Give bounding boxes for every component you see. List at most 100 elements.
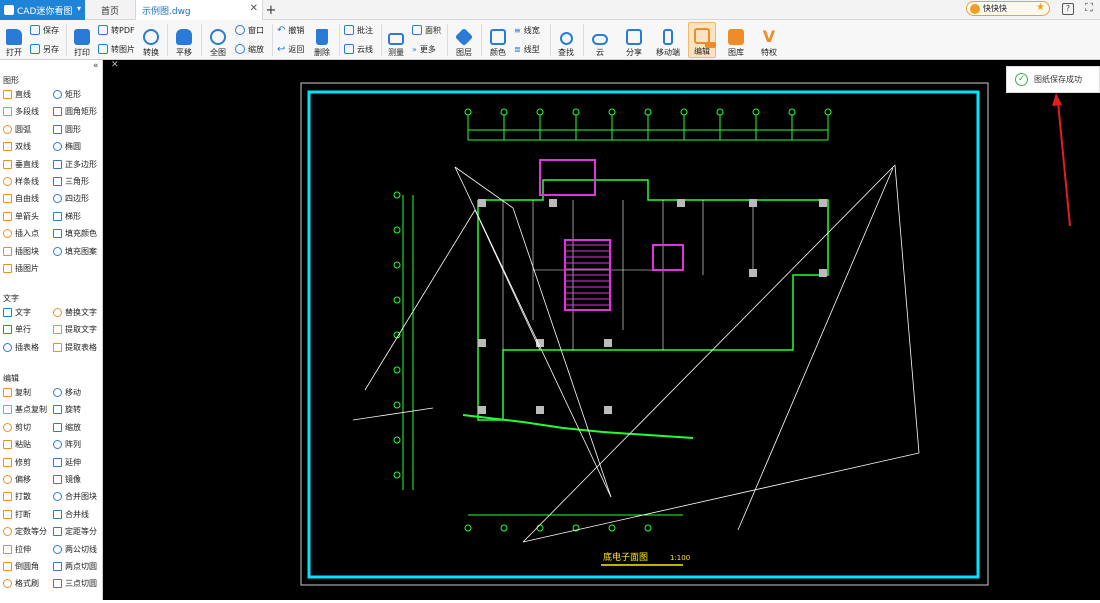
tab-home[interactable]: 首页 <box>90 0 130 20</box>
close-panel-icon[interactable]: ✕ <box>111 60 119 70</box>
annotate-button[interactable]: 批注 <box>344 23 373 37</box>
sidebar-tool-item[interactable]: 基点复制 <box>3 402 47 417</box>
sidebar-tool-item[interactable]: 圆角矩形 <box>53 104 97 119</box>
sidebar-tool-item[interactable]: 打断 <box>3 507 31 522</box>
edit-button[interactable]: 编辑 <box>688 22 716 58</box>
column <box>819 199 827 207</box>
sidebar-tool-item[interactable]: 三点切圆 <box>53 576 97 591</box>
convert-button[interactable]: 转换 <box>140 22 162 58</box>
sidebar-tool-item[interactable]: 双线 <box>3 139 31 154</box>
sidebar-tool-item[interactable]: 打散 <box>3 489 31 504</box>
to-image-button[interactable]: 转图片 <box>98 42 135 56</box>
sidebar-tool-item[interactable]: 椭圆 <box>53 139 81 154</box>
sidebar-tool-item[interactable]: 直线 <box>3 87 31 102</box>
sidebar-tool-item[interactable]: 定数等分 <box>3 524 47 539</box>
sidebar-tool-item[interactable]: 梯形 <box>53 209 81 224</box>
share-label: 分享 <box>626 48 642 57</box>
chevron-down-icon[interactable]: ▾ <box>77 4 81 13</box>
sidebar-tool-item[interactable]: 两公切线 <box>53 542 97 557</box>
palette-icon <box>490 29 506 45</box>
library-button[interactable]: 图库 <box>725 22 747 58</box>
sidebar-tool-item[interactable]: 延伸 <box>53 455 81 470</box>
more-button[interactable]: » 更多 <box>412 42 436 56</box>
app-menu-button[interactable]: CAD迷你看图 ▾ <box>0 0 85 20</box>
save-button[interactable]: 保存 <box>30 23 59 37</box>
delete-button[interactable]: 删除 <box>311 22 333 58</box>
open-button[interactable]: 打开 <box>3 22 25 58</box>
sidebar-tool-item[interactable]: 三角形 <box>53 174 89 189</box>
pan-button[interactable]: 平移 <box>173 22 195 58</box>
sidebar-tool-item[interactable]: 自由线 <box>3 191 39 206</box>
zoom-button[interactable]: 缩放 <box>235 42 264 56</box>
window-zoom-button[interactable]: 窗口 <box>235 23 264 37</box>
drawing-canvas[interactable]: 底电子面图 1:100 <box>103 60 1100 600</box>
sidebar-tool-item[interactable]: 四边形 <box>53 191 89 206</box>
sidebar-tool-item[interactable]: 填充图案 <box>53 244 97 259</box>
sidebar-tool-item[interactable]: 修剪 <box>3 455 31 470</box>
sidebar-tool-item[interactable]: 提取文字 <box>53 322 97 337</box>
checkmark-icon: ✓ <box>1015 73 1028 86</box>
sidebar-tool-item[interactable]: 样条线 <box>3 174 39 189</box>
sidebar-tool-item[interactable]: 偏移 <box>3 472 31 487</box>
fit-all-button[interactable]: 全图 <box>207 22 229 58</box>
cad-drawing[interactable]: 底电子面图 1:100 <box>103 60 1100 600</box>
line-width-button[interactable]: ≡ 线宽 <box>514 23 540 37</box>
sidebar-tool-item[interactable]: 插图片 <box>3 261 39 276</box>
sidebar-tool-item[interactable]: 两点切圆 <box>53 559 97 574</box>
line-type-button[interactable]: ≣ 线型 <box>514 42 540 56</box>
sidebar-tool-item[interactable]: 剪切 <box>3 420 31 435</box>
fullscreen-icon[interactable]: ⛶ <box>1083 2 1095 15</box>
sidebar-tool-item[interactable]: 插图块 <box>3 244 39 259</box>
annotation-line <box>474 209 541 351</box>
sidebar-tool-item[interactable]: 插入点 <box>3 226 39 241</box>
sidebar-tool-item[interactable]: 合并线 <box>53 507 89 522</box>
sidebar-tool-item[interactable]: 替换文字 <box>53 305 97 320</box>
sidebar-tool-item[interactable]: 多段线 <box>3 104 39 119</box>
area-button[interactable]: 面积 <box>412 23 441 37</box>
sidebar-tool-item[interactable]: 合并图块 <box>53 489 97 504</box>
sidebar-tool-item[interactable]: 旋转 <box>53 402 81 417</box>
tab-file[interactable]: 示例图.dwg ✕ <box>135 0 263 20</box>
sidebar-tool-item[interactable]: 格式刷 <box>3 576 39 591</box>
sidebar-tool-item[interactable]: 缩放 <box>53 420 81 435</box>
sidebar-tool-item[interactable]: 垂直线 <box>3 157 39 172</box>
sidebar-tool-item[interactable]: 插表格 <box>3 340 39 355</box>
find-button[interactable]: 查找 <box>555 22 577 58</box>
sidebar-tool-item[interactable]: 定距等分 <box>53 524 97 539</box>
sidebar-tool-item[interactable]: 矩形 <box>53 87 81 102</box>
sidebar-tool-item[interactable]: 镜像 <box>53 472 81 487</box>
sidebar-tool-item[interactable]: 提取表格 <box>53 340 97 355</box>
vip-button[interactable]: V 特权 <box>758 22 780 58</box>
sidebar-tool-item[interactable]: 拉伸 <box>3 542 31 557</box>
mobile-button[interactable]: 移动端 <box>654 22 682 58</box>
layers-button[interactable]: 图层 <box>453 22 475 58</box>
grid-bubble <box>393 191 401 199</box>
cloud-line-button[interactable]: 云线 <box>344 42 373 56</box>
share-button[interactable]: 分享 <box>623 22 645 58</box>
color-button[interactable]: 颜色 <box>487 22 509 58</box>
save-as-button[interactable]: 另存 <box>30 42 59 56</box>
back-button[interactable]: ↩ 返回 <box>277 42 304 56</box>
collapse-sidebar-icon[interactable]: « <box>93 61 99 71</box>
sidebar-tool-item[interactable]: 移动 <box>53 385 81 400</box>
sidebar-tool-item[interactable]: 单箭头 <box>3 209 39 224</box>
sidebar-tool-item[interactable]: 单行 <box>3 322 31 337</box>
help-icon[interactable]: ? <box>1062 3 1074 15</box>
sidebar-tool-item[interactable]: 圆弧 <box>3 122 31 137</box>
sidebar-tool-item[interactable]: 填充颜色 <box>53 226 97 241</box>
add-tab-button[interactable]: + <box>263 0 279 20</box>
print-button[interactable]: 打印 <box>70 22 94 58</box>
sidebar-tool-item[interactable]: 粘贴 <box>3 437 31 452</box>
sidebar-tool-item[interactable]: 文字 <box>3 305 31 320</box>
sidebar-tool-item[interactable]: 正多边形 <box>53 157 97 172</box>
to-pdf-button[interactable]: 转PDF <box>98 23 135 37</box>
user-badge[interactable]: 快快快 ★ <box>966 1 1050 16</box>
sidebar-tool-item[interactable]: 阵列 <box>53 437 81 452</box>
sidebar-tool-item[interactable]: 倒圆角 <box>3 559 39 574</box>
close-tab-icon[interactable]: ✕ <box>250 3 258 14</box>
measure-button[interactable]: 测量 <box>385 22 407 58</box>
cloud-button[interactable]: 云 <box>589 22 611 58</box>
sidebar-tool-item[interactable]: 圆形 <box>53 122 81 137</box>
sidebar-tool-item[interactable]: 复制 <box>3 385 31 400</box>
undo-button[interactable]: ↶ 撤销 <box>277 23 304 37</box>
